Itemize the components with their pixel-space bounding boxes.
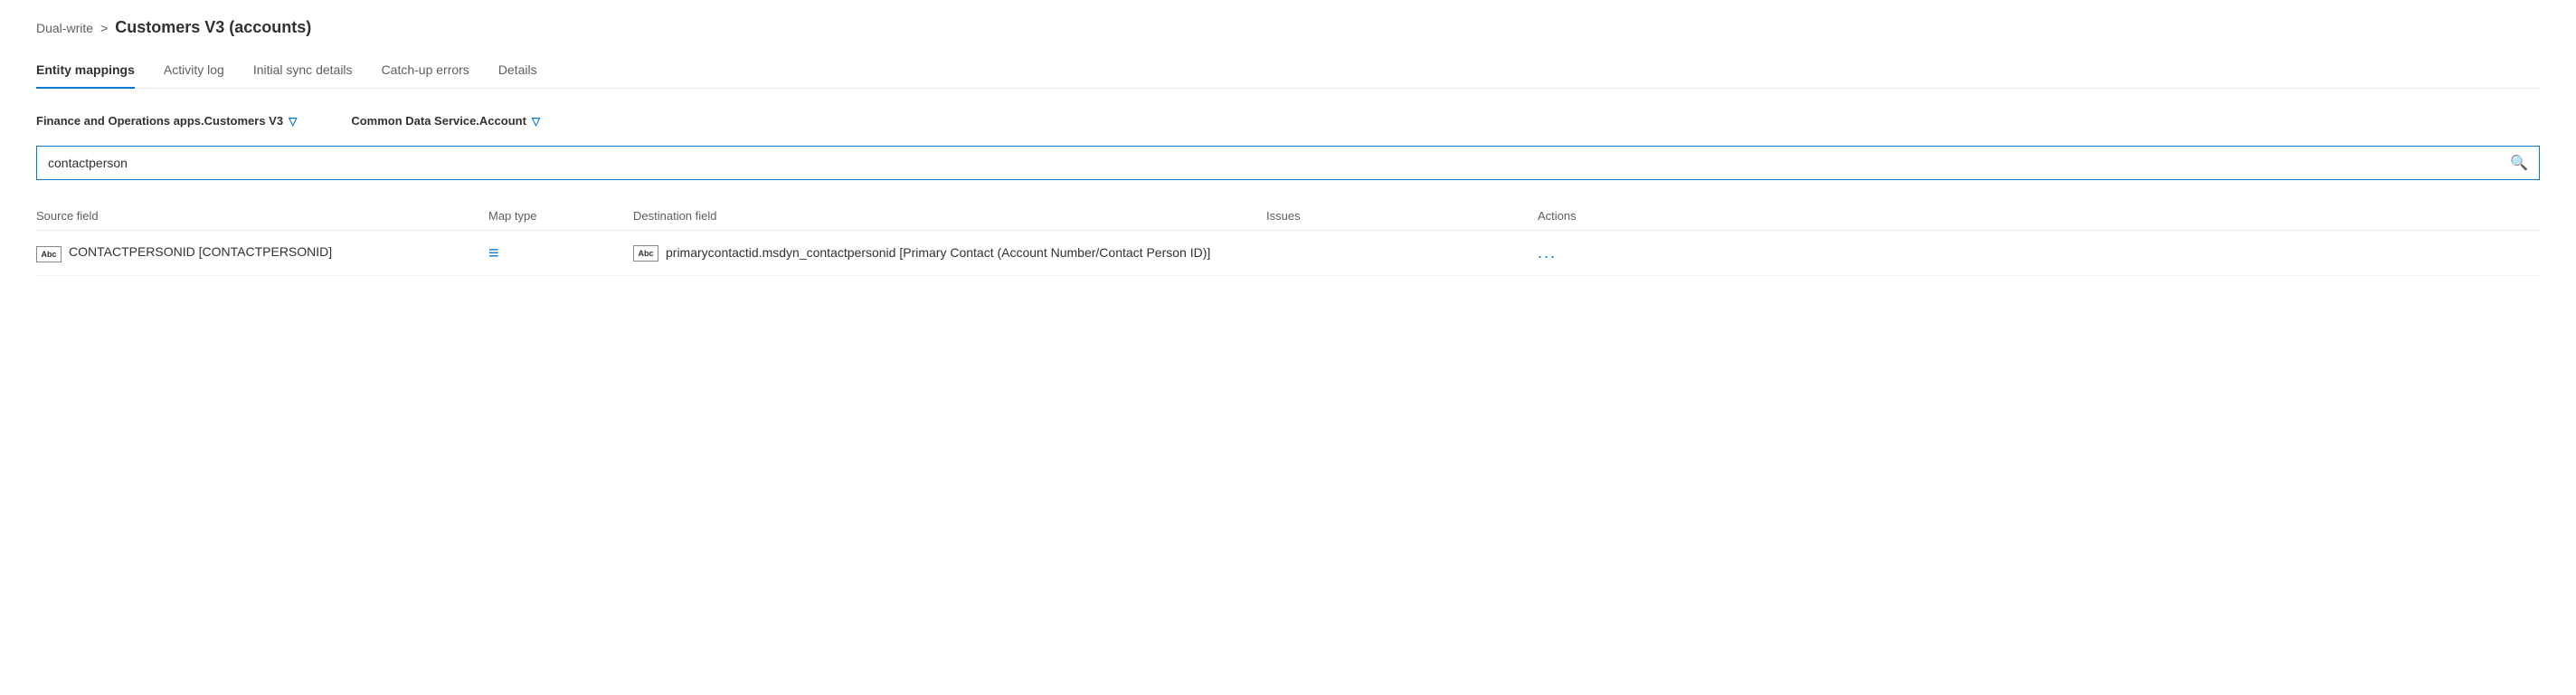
tab-catchup-errors[interactable]: Catch-up errors	[382, 52, 469, 88]
breadcrumb-separator: >	[100, 21, 108, 35]
source-filter-icon[interactable]: ▽	[289, 115, 297, 128]
mapping-column-headers: Finance and Operations apps.Customers V3…	[36, 114, 2540, 128]
tab-initial-sync[interactable]: Initial sync details	[253, 52, 353, 88]
table-row: Abc CONTACTPERSONID [CONTACTPERSONID] ≡ …	[36, 231, 2540, 276]
breadcrumb-current: Customers V3 (accounts)	[115, 18, 311, 37]
actions-cell[interactable]: ...	[1538, 243, 2540, 262]
entity-mappings-table: Source field Map type Destination field …	[36, 202, 2540, 276]
col-header-destination: Destination field	[633, 209, 1266, 223]
search-button[interactable]: 🔍	[2499, 147, 2539, 179]
source-field-value: CONTACTPERSONID [CONTACTPERSONID]	[69, 244, 332, 259]
source-column-label: Finance and Operations apps.Customers V3	[36, 114, 283, 128]
destination-field-value: primarycontactid.msdyn_contactpersonid […	[666, 243, 1210, 262]
tab-details[interactable]: Details	[498, 52, 537, 88]
destination-filter-icon[interactable]: ▽	[532, 115, 540, 128]
destination-type-icon: Abc	[633, 245, 658, 262]
destination-column-label: Common Data Service.Account	[351, 114, 526, 128]
search-input[interactable]	[37, 148, 2499, 177]
col-header-source: Source field	[36, 209, 488, 223]
actions-menu-button[interactable]: ...	[1538, 243, 1557, 262]
tabs-container: Entity mappings Activity log Initial syn…	[36, 52, 2540, 89]
destination-field-cell: Abc primarycontactid.msdyn_contactperson…	[633, 243, 1266, 262]
search-container: 🔍	[36, 146, 2540, 180]
map-type-equals-icon: ≡	[488, 243, 499, 263]
source-column-header: Finance and Operations apps.Customers V3…	[36, 114, 297, 128]
table-header: Source field Map type Destination field …	[36, 202, 2540, 231]
maptype-cell: ≡	[488, 244, 633, 262]
destination-column-header: Common Data Service.Account ▽	[351, 114, 540, 128]
col-header-issues: Issues	[1266, 209, 1538, 223]
search-icon: 🔍	[2510, 156, 2528, 171]
col-header-actions: Actions	[1538, 209, 2540, 223]
tab-activity-log[interactable]: Activity log	[164, 52, 224, 88]
source-type-icon: Abc	[36, 246, 62, 262]
breadcrumb: Dual-write > Customers V3 (accounts)	[36, 18, 2540, 37]
source-field-cell: Abc CONTACTPERSONID [CONTACTPERSONID]	[36, 244, 488, 262]
col-header-maptype: Map type	[488, 209, 633, 223]
tab-entity-mappings[interactable]: Entity mappings	[36, 52, 135, 88]
breadcrumb-parent[interactable]: Dual-write	[36, 21, 93, 35]
